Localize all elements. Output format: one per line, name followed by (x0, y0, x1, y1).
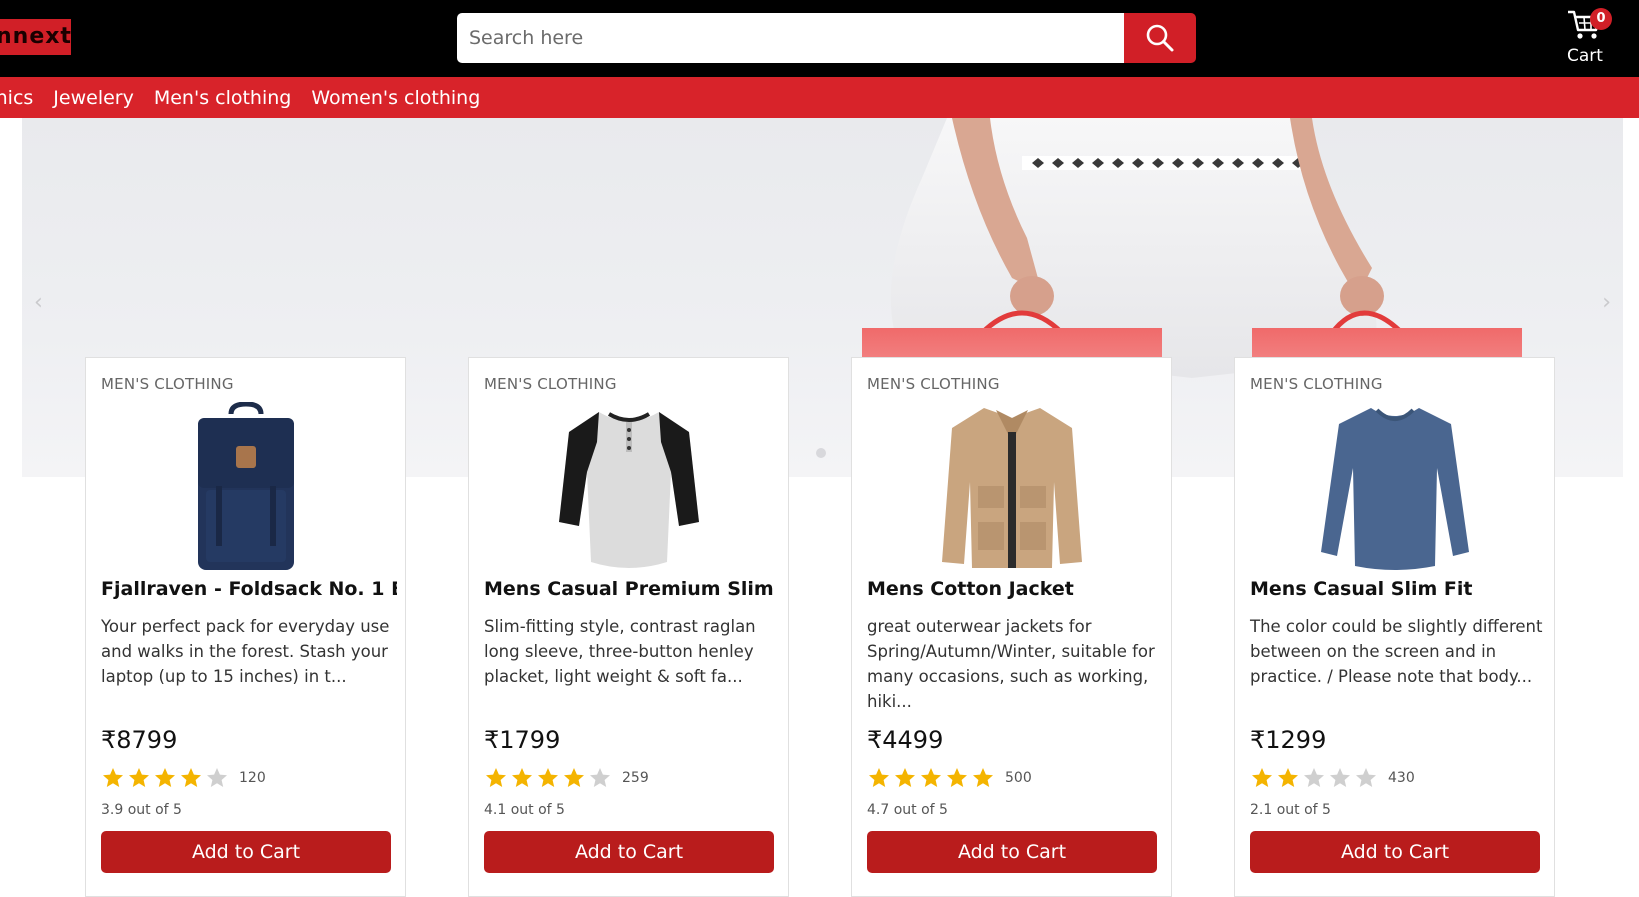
product-card: MEN'S CLOTHING Fjallraven - Foldsack No.… (85, 357, 406, 897)
product-description: Your perfect pack for everyday use and w… (101, 617, 390, 686)
cotton-jacket-image[interactable] (922, 402, 1102, 574)
product-card: MEN'S CLOTHING Mens Casual Premium Slim … (468, 357, 789, 897)
product-title[interactable]: Fjallraven - Foldsack No. 1 B... (101, 578, 397, 600)
product-description: Slim-fitting style, contrast raglan long… (484, 617, 756, 686)
add-to-cart-button[interactable]: Add to Cart (1250, 831, 1540, 873)
product-star-rating: 430 (1250, 766, 1415, 790)
product-rating-text: 3.9 out of 5 (101, 802, 182, 818)
slim-fit-shirt-image[interactable] (1305, 402, 1485, 574)
site-logo[interactable]: nnext (0, 19, 71, 55)
star-filled-icon (129, 768, 149, 787)
review-count: 120 (239, 770, 266, 786)
star-empty-icon (207, 768, 227, 787)
add-to-cart-button[interactable]: Add to Cart (484, 831, 774, 873)
product-title[interactable]: Mens Cotton Jacket (867, 578, 1163, 600)
product-category: MEN'S CLOTHING (867, 375, 1000, 393)
category-nav: onics Jewelery Men's clothing Women's cl… (0, 77, 1639, 118)
nav-item-mens-clothing[interactable]: Men's clothing (154, 87, 292, 109)
star-filled-icon (947, 768, 967, 787)
star-filled-icon (973, 768, 993, 787)
raglan-shirt-image[interactable] (539, 402, 719, 574)
star-empty-icon (1330, 768, 1350, 787)
star-filled-icon (895, 768, 915, 787)
star-filled-icon (869, 768, 889, 787)
review-count: 259 (622, 770, 649, 786)
product-price: ₹8799 (101, 726, 178, 754)
product-category: MEN'S CLOTHING (484, 375, 617, 393)
product-title[interactable]: Mens Casual Premium Slim F... (484, 578, 780, 600)
add-to-cart-button[interactable]: Add to Cart (101, 831, 391, 873)
star-filled-icon (564, 768, 584, 787)
star-filled-icon (155, 768, 175, 787)
star-empty-icon (1356, 768, 1376, 787)
star-filled-icon (486, 768, 506, 787)
carousel-next-arrow[interactable]: › (1602, 290, 1611, 315)
star-filled-icon (1278, 768, 1298, 787)
product-star-rating: 120 (101, 766, 266, 790)
product-category: MEN'S CLOTHING (1250, 375, 1383, 393)
search-bar (457, 13, 1196, 63)
star-empty-icon (1304, 768, 1324, 787)
product-price: ₹1799 (484, 726, 561, 754)
review-count: 430 (1388, 770, 1415, 786)
star-filled-icon (921, 768, 941, 787)
carousel-prev-arrow[interactable]: ‹ (34, 290, 43, 315)
carousel-indicator-dot[interactable] (816, 448, 826, 458)
search-icon (1146, 24, 1174, 52)
add-to-cart-button[interactable]: Add to Cart (867, 831, 1157, 873)
product-rating-text: 2.1 out of 5 (1250, 802, 1331, 818)
review-count: 500 (1005, 770, 1032, 786)
star-filled-icon (538, 768, 558, 787)
product-description: The color could be slightly different be… (1250, 617, 1543, 686)
nav-item-electronics[interactable]: onics (0, 87, 33, 109)
product-title[interactable]: Mens Casual Slim Fit (1250, 578, 1546, 600)
cart-icon: 0 (1566, 8, 1612, 42)
product-rating-text: 4.1 out of 5 (484, 802, 565, 818)
star-filled-icon (1252, 768, 1272, 787)
star-filled-icon (103, 768, 123, 787)
cart-label: Cart (1567, 46, 1603, 66)
cart-count-badge: 0 (1590, 8, 1612, 30)
nav-item-womens-clothing[interactable]: Women's clothing (311, 87, 480, 109)
product-card: MEN'S CLOTHING Mens Casual Slim Fit The … (1234, 357, 1555, 897)
product-category: MEN'S CLOTHING (101, 375, 234, 393)
product-star-rating: 500 (867, 766, 1032, 790)
backpack-image[interactable] (156, 402, 336, 574)
star-filled-icon (512, 768, 532, 787)
product-card: MEN'S CLOTHING Mens Cotton Jacket great … (851, 357, 1172, 897)
product-rating-text: 4.7 out of 5 (867, 802, 948, 818)
nav-item-jewelery[interactable]: Jewelery (53, 87, 134, 109)
cart-button[interactable]: 0 Cart (1560, 8, 1612, 70)
search-button[interactable] (1124, 13, 1196, 63)
star-filled-icon (181, 768, 201, 787)
product-star-rating: 259 (484, 766, 649, 790)
product-price: ₹4499 (867, 726, 944, 754)
top-header: nnext 0 Cart (0, 0, 1639, 77)
star-empty-icon (590, 768, 610, 787)
product-description: great outerwear jackets for Spring/Autum… (867, 617, 1155, 711)
product-price: ₹1299 (1250, 726, 1327, 754)
search-input[interactable] (457, 13, 1124, 63)
